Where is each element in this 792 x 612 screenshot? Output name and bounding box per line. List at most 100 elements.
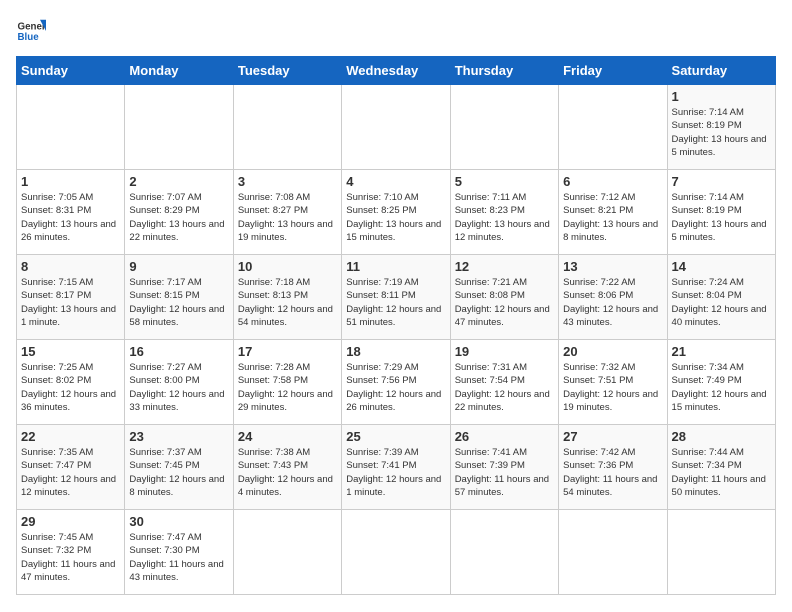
day-info: Sunrise: 7:05 AMSunset: 8:31 PMDaylight:… [21,191,120,244]
calendar-cell: 21Sunrise: 7:34 AMSunset: 7:49 PMDayligh… [667,340,775,425]
day-info: Sunrise: 7:28 AMSunset: 7:58 PMDaylight:… [238,361,337,414]
day-info: Sunrise: 7:39 AMSunset: 7:41 PMDaylight:… [346,446,445,499]
col-header-wednesday: Wednesday [342,57,450,85]
calendar-cell: 30 Sunrise: 7:47 AMSunset: 7:30 PMDayligh… [125,510,233,595]
col-header-sunday: Sunday [17,57,125,85]
day-number: 3 [238,174,337,189]
calendar-cell [233,85,341,170]
day-number: 18 [346,344,445,359]
day-info: Sunrise: 7:44 AMSunset: 7:34 PMDaylight:… [672,446,771,499]
calendar-cell: 18 Sunrise: 7:29 AMSunset: 7:56 PMDayligh… [342,340,450,425]
day-number: 17 [238,344,337,359]
calendar-cell: 27 Sunrise: 7:42 AMSunset: 7:36 PMDayligh… [559,425,667,510]
calendar-cell: 14Sunrise: 7:24 AMSunset: 8:04 PMDayligh… [667,255,775,340]
calendar-cell: 17 Sunrise: 7:28 AMSunset: 7:58 PMDayligh… [233,340,341,425]
day-number: 6 [563,174,662,189]
day-info: Sunrise: 7:37 AMSunset: 7:45 PMDaylight:… [129,446,228,499]
day-info: Sunrise: 7:27 AMSunset: 8:00 PMDaylight:… [129,361,228,414]
day-number: 20 [563,344,662,359]
day-number: 24 [238,429,337,444]
calendar-cell: 2 Sunrise: 7:07 AMSunset: 8:29 PMDaylight… [125,170,233,255]
calendar-cell: 29 Sunrise: 7:45 AMSunset: 7:32 PMDayligh… [17,510,125,595]
calendar-cell: 16 Sunrise: 7:27 AMSunset: 8:00 PMDayligh… [125,340,233,425]
calendar-cell: 22 Sunrise: 7:35 AMSunset: 7:47 PMDayligh… [17,425,125,510]
day-info: Sunrise: 7:21 AMSunset: 8:08 PMDaylight:… [455,276,554,329]
day-info: Sunrise: 7:35 AMSunset: 7:47 PMDaylight:… [21,446,120,499]
calendar-cell: 10 Sunrise: 7:18 AMSunset: 8:13 PMDayligh… [233,255,341,340]
day-number: 8 [21,259,120,274]
day-info: Sunrise: 7:14 AMSunset: 8:19 PMDaylight:… [672,106,771,159]
calendar-cell: 5Sunrise: 7:11 AMSunset: 8:23 PMDaylight… [450,170,558,255]
calendar-table: SundayMondayTuesdayWednesdayThursdayFrid… [16,56,776,595]
week-row-2: 1 Sunrise: 7:05 AMSunset: 8:31 PMDaylight… [17,170,776,255]
day-info: Sunrise: 7:07 AMSunset: 8:29 PMDaylight:… [129,191,228,244]
col-header-saturday: Saturday [667,57,775,85]
day-number: 16 [129,344,228,359]
calendar-cell: 20 Sunrise: 7:32 AMSunset: 7:51 PMDayligh… [559,340,667,425]
day-number: 19 [455,344,554,359]
day-info: Sunrise: 7:22 AMSunset: 8:06 PMDaylight:… [563,276,662,329]
day-info: Sunrise: 7:15 AMSunset: 8:17 PMDaylight:… [21,276,120,329]
calendar-cell: 11 Sunrise: 7:19 AMSunset: 8:11 PMDayligh… [342,255,450,340]
day-number: 30 [129,514,228,529]
day-info: Sunrise: 7:34 AMSunset: 7:49 PMDaylight:… [672,361,771,414]
calendar-cell [342,85,450,170]
header: General Blue [16,16,776,46]
day-number: 1 [21,174,120,189]
day-number: 9 [129,259,228,274]
day-info: Sunrise: 7:45 AMSunset: 7:32 PMDaylight:… [21,531,120,584]
col-header-friday: Friday [559,57,667,85]
day-info: Sunrise: 7:18 AMSunset: 8:13 PMDaylight:… [238,276,337,329]
calendar-cell [450,510,558,595]
day-number: 2 [129,174,228,189]
day-info: Sunrise: 7:41 AMSunset: 7:39 PMDaylight:… [455,446,554,499]
calendar-cell: 28 Sunrise: 7:44 AMSunset: 7:34 PMDayligh… [667,425,775,510]
calendar-cell: 6 Sunrise: 7:12 AMSunset: 8:21 PMDaylight… [559,170,667,255]
day-number: 29 [21,514,120,529]
day-info: Sunrise: 7:32 AMSunset: 7:51 PMDaylight:… [563,361,662,414]
day-info: Sunrise: 7:47 AMSunset: 7:30 PMDaylight:… [129,531,228,584]
calendar-cell: 4Sunrise: 7:10 AMSunset: 8:25 PMDaylight… [342,170,450,255]
day-number: 13 [563,259,662,274]
day-info: Sunrise: 7:31 AMSunset: 7:54 PMDaylight:… [455,361,554,414]
calendar-cell: 3 Sunrise: 7:08 AMSunset: 8:27 PMDaylight… [233,170,341,255]
calendar-cell: 19 Sunrise: 7:31 AMSunset: 7:54 PMDayligh… [450,340,558,425]
calendar-cell [125,85,233,170]
day-number: 10 [238,259,337,274]
calendar-cell: 25Sunrise: 7:39 AMSunset: 7:41 PMDayligh… [342,425,450,510]
calendar-cell [233,510,341,595]
logo: General Blue [16,16,46,46]
day-number: 15 [21,344,120,359]
week-row-6: 29 Sunrise: 7:45 AMSunset: 7:32 PMDayligh… [17,510,776,595]
day-info: Sunrise: 7:25 AMSunset: 8:02 PMDaylight:… [21,361,120,414]
day-info: Sunrise: 7:42 AMSunset: 7:36 PMDaylight:… [563,446,662,499]
week-row-3: 8 Sunrise: 7:15 AMSunset: 8:17 PMDaylight… [17,255,776,340]
calendar-cell: 13 Sunrise: 7:22 AMSunset: 8:06 PMDayligh… [559,255,667,340]
calendar-cell: 9 Sunrise: 7:17 AMSunset: 8:15 PMDaylight… [125,255,233,340]
day-info: Sunrise: 7:29 AMSunset: 7:56 PMDaylight:… [346,361,445,414]
day-number: 14 [672,259,771,274]
svg-text:General: General [18,22,47,33]
calendar-cell: 15 Sunrise: 7:25 AMSunset: 8:02 PMDayligh… [17,340,125,425]
day-number: 26 [455,429,554,444]
day-info: Sunrise: 7:19 AMSunset: 8:11 PMDaylight:… [346,276,445,329]
svg-text:Blue: Blue [18,32,40,43]
day-number: 22 [21,429,120,444]
col-header-thursday: Thursday [450,57,558,85]
week-row-4: 15 Sunrise: 7:25 AMSunset: 8:02 PMDayligh… [17,340,776,425]
calendar-cell [342,510,450,595]
day-info: Sunrise: 7:14 AMSunset: 8:19 PMDaylight:… [672,191,771,244]
day-info: Sunrise: 7:08 AMSunset: 8:27 PMDaylight:… [238,191,337,244]
day-info: Sunrise: 7:12 AMSunset: 8:21 PMDaylight:… [563,191,662,244]
day-number: 27 [563,429,662,444]
logo-icon: General Blue [16,16,46,46]
day-number: 28 [672,429,771,444]
day-number: 12 [455,259,554,274]
calendar-header-row: SundayMondayTuesdayWednesdayThursdayFrid… [17,57,776,85]
col-header-tuesday: Tuesday [233,57,341,85]
calendar-cell [559,510,667,595]
calendar-cell: 1Sunrise: 7:14 AMSunset: 8:19 PMDaylight… [667,85,775,170]
day-info: Sunrise: 7:17 AMSunset: 8:15 PMDaylight:… [129,276,228,329]
day-number: 11 [346,259,445,274]
day-number: 23 [129,429,228,444]
